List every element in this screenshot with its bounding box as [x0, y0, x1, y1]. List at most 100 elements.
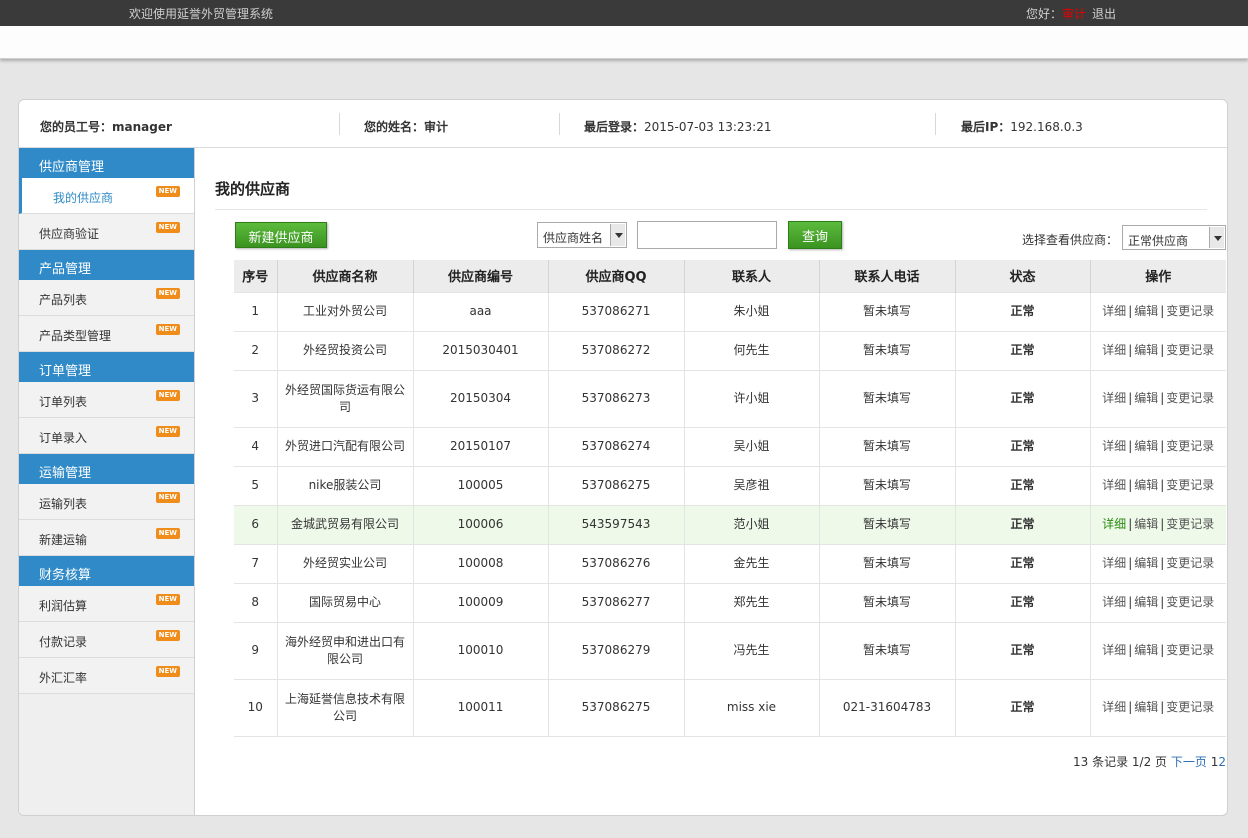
sidebar-nav-label: 运输列表	[39, 497, 88, 511]
edit-link[interactable]: 编辑	[1134, 643, 1158, 657]
change-log-link[interactable]: 变更记录	[1166, 439, 1214, 453]
table-cell: miss xie	[684, 678, 820, 737]
change-log-link[interactable]: 变更记录	[1166, 556, 1214, 570]
user-name: 您的姓名：审计	[364, 120, 449, 134]
supplier-status-select[interactable]: 正常供应商	[1122, 225, 1226, 250]
last-ip: 最后IP：192.168.0.3	[961, 120, 1083, 134]
action-separator: |	[1160, 700, 1165, 714]
detail-link[interactable]: 详细	[1102, 595, 1126, 609]
edit-link[interactable]: 编辑	[1134, 439, 1158, 453]
sidebar-nav-item[interactable]: 订单列表 NEW	[19, 382, 194, 418]
action-separator: |	[1128, 700, 1133, 714]
new-badge: NEW	[155, 630, 180, 641]
column-header: 联系人	[684, 260, 820, 292]
row-actions: 详细 | 编辑 | 变更记录	[1090, 330, 1226, 370]
table-cell: 537086276	[548, 543, 685, 583]
change-log-link[interactable]: 变更记录	[1166, 478, 1214, 492]
search-field-select[interactable]: 供应商姓名	[537, 222, 627, 248]
table-cell: 金先生	[684, 543, 820, 583]
table-cell: 外经贸国际货运有限公司	[277, 369, 414, 427]
change-log-link[interactable]: 变更记录	[1166, 643, 1214, 657]
table-row: 6 金城武贸易有限公司 100006 543597543 范小姐 暂未填写 正常 详细 | 编辑 |…	[234, 504, 1226, 544]
user-name-link[interactable]: 审计	[1062, 7, 1086, 21]
edit-link[interactable]: 编辑	[1134, 304, 1158, 318]
employee-id: 您的员工号：manager	[40, 120, 172, 134]
sidebar-nav-item[interactable]: 产品类型管理 NEW	[19, 316, 194, 352]
sidebar-nav-item[interactable]: 付款记录 NEW	[19, 622, 194, 658]
detail-link[interactable]: 详细	[1102, 700, 1126, 714]
sidebar-section-title: 供应商管理	[19, 148, 194, 178]
table-cell: 100011	[413, 678, 549, 737]
sidebar-nav-item[interactable]: 产品列表 NEW	[19, 280, 194, 316]
edit-link[interactable]: 编辑	[1134, 595, 1158, 609]
action-separator: |	[1160, 478, 1165, 492]
new-badge: NEW	[155, 288, 180, 299]
detail-link[interactable]: 详细	[1102, 343, 1126, 357]
detail-link[interactable]: 详细	[1102, 439, 1126, 453]
edit-link[interactable]: 编辑	[1134, 391, 1158, 405]
detail-link[interactable]: 详细	[1102, 517, 1126, 531]
table-row: 7 外经贸实业公司 100008 537086276 金先生 暂未填写 正常 详细 | 编辑 | 变更…	[234, 543, 1226, 583]
column-header: 序号	[234, 260, 278, 292]
table-cell: 暂未填写	[819, 330, 956, 370]
action-separator: |	[1160, 517, 1165, 531]
detail-link[interactable]: 详细	[1102, 556, 1126, 570]
edit-link[interactable]: 编辑	[1134, 478, 1158, 492]
row-actions: 详细 | 编辑 | 变更记录	[1090, 543, 1226, 583]
sidebar: 供应商管理 我的供应商 NEW 供应商验证 NEW 产品管理 产品列表 NEW 产品类型管理 NE…	[19, 148, 195, 815]
next-page-link[interactable]: 下一页	[1171, 755, 1207, 769]
edit-link[interactable]: 编辑	[1134, 343, 1158, 357]
change-log-link[interactable]: 变更记录	[1166, 517, 1214, 531]
table-cell: 范小姐	[684, 504, 820, 544]
sidebar-nav-item[interactable]: 运输列表 NEW	[19, 484, 194, 520]
table-cell: 100010	[413, 621, 549, 679]
query-button[interactable]: 查询	[788, 221, 842, 249]
new-badge: NEW	[155, 666, 180, 677]
new-supplier-button[interactable]: 新建供应商	[235, 222, 327, 248]
action-separator: |	[1128, 391, 1133, 405]
sidebar-nav-item[interactable]: 新建运输 NEW	[19, 520, 194, 556]
table-row: 5 nike服装公司 100005 537086275 吴彦祖 暂未填写 正常 详细 | 编辑 | 变…	[234, 465, 1226, 505]
detail-link[interactable]: 详细	[1102, 643, 1126, 657]
sidebar-nav-item[interactable]: 订单录入 NEW	[19, 418, 194, 454]
edit-link[interactable]: 编辑	[1134, 556, 1158, 570]
table-cell: 外贸进口汽配有限公司	[277, 426, 414, 466]
table-cell: 暂未填写	[819, 426, 956, 466]
table-cell: aaa	[413, 291, 549, 331]
sidebar-nav-item[interactable]: 我的供应商 NEW	[19, 178, 194, 214]
table-cell: 10	[234, 678, 278, 737]
row-actions: 详细 | 编辑 | 变更记录	[1090, 426, 1226, 466]
table-cell: 吴小姐	[684, 426, 820, 466]
action-separator: |	[1128, 343, 1133, 357]
detail-link[interactable]: 详细	[1102, 304, 1126, 318]
sidebar-nav-item[interactable]: 利润估算 NEW	[19, 586, 194, 622]
table-cell: 4	[234, 426, 278, 466]
info-divider	[339, 113, 340, 135]
new-badge: NEW	[155, 492, 180, 503]
page-link-2[interactable]: 2	[1218, 755, 1226, 769]
table-cell: 暂未填写	[819, 369, 956, 427]
new-badge: NEW	[155, 594, 180, 605]
change-log-link[interactable]: 变更记录	[1166, 304, 1214, 318]
change-log-link[interactable]: 变更记录	[1166, 595, 1214, 609]
table-cell: 何先生	[684, 330, 820, 370]
table-cell: 正常	[955, 678, 1091, 737]
sidebar-nav-item[interactable]: 外汇汇率 NEW	[19, 658, 194, 694]
logout-link[interactable]: 退出	[1092, 7, 1116, 21]
user-info-bar: 您的员工号：manager 您的姓名：审计 最后登录：2015-07-03 13…	[19, 100, 1227, 148]
table-cell: 国际贸易中心	[277, 582, 414, 622]
table-cell: 2	[234, 330, 278, 370]
title-divider	[215, 209, 1207, 210]
change-log-link[interactable]: 变更记录	[1166, 700, 1214, 714]
edit-link[interactable]: 编辑	[1134, 517, 1158, 531]
change-log-link[interactable]: 变更记录	[1166, 391, 1214, 405]
search-input[interactable]	[637, 221, 777, 249]
detail-link[interactable]: 详细	[1102, 391, 1126, 405]
table-cell: 537086275	[548, 678, 685, 737]
sidebar-nav-item[interactable]: 供应商验证 NEW	[19, 214, 194, 250]
column-header: 状态	[955, 260, 1091, 292]
detail-link[interactable]: 详细	[1102, 478, 1126, 492]
change-log-link[interactable]: 变更记录	[1166, 343, 1214, 357]
table-cell: 暂未填写	[819, 504, 956, 544]
edit-link[interactable]: 编辑	[1134, 700, 1158, 714]
